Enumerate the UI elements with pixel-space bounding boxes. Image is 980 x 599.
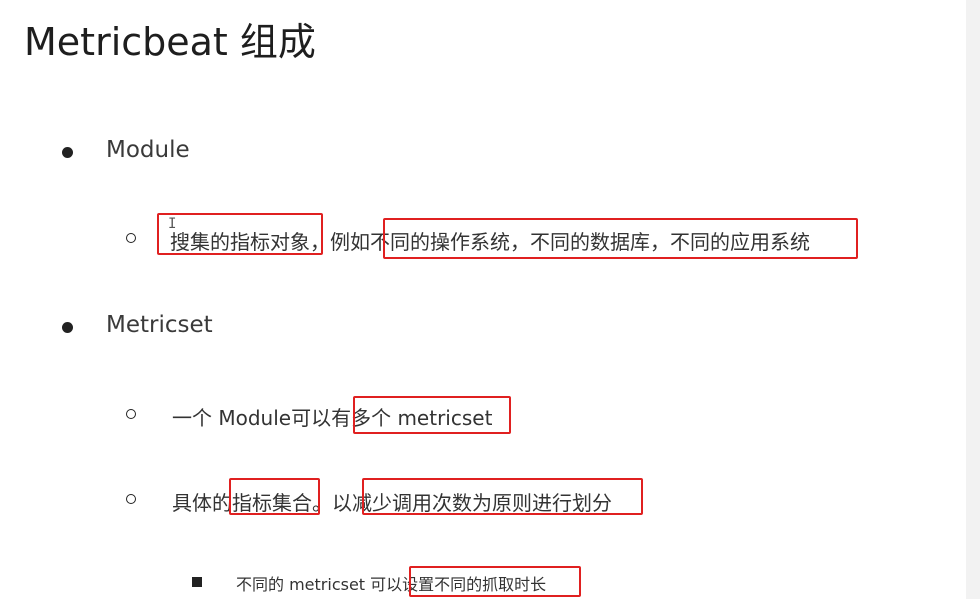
metricset-item1-prefix: 一个 Module可以有: [172, 406, 352, 430]
metricset-item2-prefix: 具体的: [172, 491, 232, 515]
module-detail-sep: ，例如: [310, 230, 370, 254]
text-cursor-icon: I: [168, 216, 177, 232]
module-detail: 搜集的指标对象 ，例如 不同的操作系统，不同的数据库，不同的应用系统: [170, 226, 810, 255]
metricset-subitem: 不同的 metricset 可以 设置不同的抓取时长: [236, 571, 546, 595]
slide-title: Metricbeat 组成: [24, 20, 316, 64]
bullet-circle-icon: [126, 494, 136, 504]
module-heading: Module: [106, 137, 190, 163]
bullet-disc-icon: [62, 322, 73, 333]
bullet-circle-icon: [126, 233, 136, 243]
metricset-item2-middle: 。以: [312, 491, 352, 515]
module-detail-part2: 不同的操作系统，不同的数据库，不同的应用系统: [370, 230, 810, 254]
metricset-heading: Metricset: [106, 312, 213, 338]
bullet-disc-icon: [62, 147, 73, 158]
metricset-item2-highlight2: 减少调用次数为原则进行划分: [352, 491, 612, 515]
metricset-subitem-prefix: 不同的 metricset 可以: [236, 575, 403, 594]
metricset-item2: 具体的 指标集合 。以 减少调用次数为原则进行划分: [172, 487, 612, 516]
metricset-item1-highlight: 多个 metricset: [351, 406, 493, 430]
bullet-square-icon: [192, 577, 202, 587]
metricset-subitem-highlight: 设置不同的抓取时长: [402, 575, 547, 594]
metricset-item2-highlight1: 指标集合: [232, 491, 312, 515]
metricset-item1: 一个 Module可以有 多个 metricset: [172, 402, 492, 431]
slide-edge: [966, 0, 980, 599]
bullet-circle-icon: [126, 409, 136, 419]
module-detail-part1: 搜集的指标对象: [170, 230, 310, 254]
